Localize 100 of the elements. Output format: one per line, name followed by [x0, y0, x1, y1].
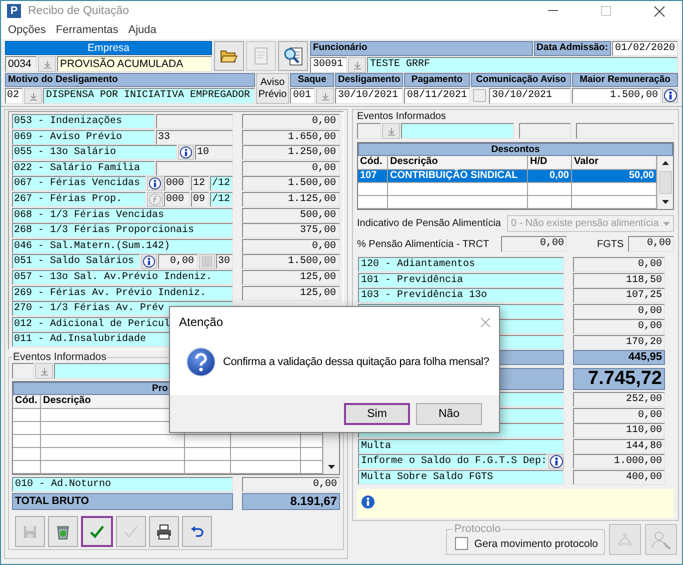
undo-button[interactable] [182, 516, 212, 548]
value-field[interactable]: 0,00 [242, 238, 340, 254]
dropdown-button[interactable] [382, 123, 400, 139]
input-field[interactable] [576, 123, 674, 139]
value-field[interactable]: 0,00 [573, 257, 665, 272]
field-label: Comunicação Aviso [471, 73, 571, 87]
value-field[interactable]: 0,00 [573, 319, 665, 334]
value-field[interactable]: 252,00 [573, 392, 665, 407]
total-value: 445,95 [573, 350, 665, 365]
date-field[interactable]: 01/02/2020 [612, 41, 678, 56]
text-field[interactable]: DISPENSA POR INICIATIVA EMPREGADOR [43, 88, 255, 104]
dialog-button[interactable]: Sim [344, 402, 410, 424]
input-field[interactable]: /12 [210, 192, 233, 207]
info-button[interactable] [548, 454, 564, 469]
field-label: Empresa [5, 41, 212, 55]
text-field[interactable]: 02 [5, 88, 23, 104]
text-field[interactable]: 001 [290, 88, 315, 104]
menu-item[interactable]: Ajuda [123, 24, 162, 36]
info-button[interactable] [662, 88, 678, 103]
value-field[interactable]: 1.650,00 [242, 130, 340, 145]
maximize-icon[interactable] [601, 6, 611, 16]
input-field[interactable]: 33 [156, 130, 233, 145]
input-field[interactable]: 30 [216, 254, 233, 270]
table-row[interactable]: 107 CONTRIBUIÇÃO SINDICAL 0,00 50,00 [358, 170, 657, 183]
input-field[interactable]: 12 [191, 176, 209, 192]
column-header[interactable]: Descrição [388, 156, 528, 170]
input-field[interactable] [156, 114, 233, 129]
value-field[interactable]: 170,20 [573, 334, 665, 350]
input-field[interactable]: 10 [195, 145, 233, 160]
date-field[interactable]: 30/10/2021 [335, 88, 403, 104]
dialog-button[interactable]: Não [416, 402, 482, 424]
dropdown-button[interactable] [24, 88, 42, 104]
value-field[interactable]: 125,00 [242, 286, 340, 301]
value-field[interactable]: 118,50 [573, 272, 665, 288]
value-field[interactable]: 0,00 [501, 236, 567, 252]
text-field[interactable]: PROVISÃO ACUMULADA [57, 56, 212, 72]
column-header[interactable]: Cód. [358, 156, 388, 170]
input-field[interactable] [156, 160, 233, 176]
value-field[interactable]: 0,00 [573, 408, 665, 422]
close-icon[interactable] [654, 6, 664, 16]
value-field[interactable]: 0,00 [573, 304, 665, 318]
calculator-button[interactable] [199, 254, 215, 270]
value-field[interactable]: 125,00 [242, 270, 340, 285]
dropdown-button[interactable] [38, 56, 56, 72]
table-cell [231, 461, 301, 474]
search-document-button[interactable] [278, 41, 308, 71]
column-header[interactable]: Cód. [13, 395, 41, 410]
text-field[interactable]: 0034 [5, 56, 37, 72]
dropdown-button[interactable] [35, 363, 53, 380]
value-field[interactable]: 1.500,00 [242, 176, 340, 192]
checkmark-button[interactable] [81, 516, 113, 548]
input-field[interactable]: /12 [210, 176, 233, 192]
value-field[interactable]: 110,00 [573, 423, 665, 438]
input-field[interactable]: 000 [164, 176, 190, 192]
value-field[interactable]: 400,00 [573, 470, 665, 484]
group-label: Eventos Informados [12, 351, 108, 364]
event-label: Multa Sobre Saldo FGTS [358, 470, 564, 484]
recycle-bin-button[interactable] [48, 516, 78, 548]
input-field[interactable]: 000 [164, 192, 190, 207]
input-field[interactable]: 0,00 [158, 254, 198, 270]
value-field[interactable]: 144,80 [573, 438, 665, 454]
event-label: 057 - 13o Sal. Av.Prévio Indeniz. [12, 270, 233, 285]
date-field[interactable]: 08/11/2021 [404, 88, 470, 104]
value-field[interactable]: 1.500,00 [242, 254, 340, 270]
column-header[interactable]: Valor [572, 156, 657, 170]
event-label: 010 - Ad.Noturno [12, 477, 233, 492]
text-field[interactable]: 1.500,00 [572, 88, 661, 104]
menu-item[interactable]: Ferramentas [50, 24, 124, 36]
value-field[interactable]: 107,25 [573, 288, 665, 303]
value-field[interactable]: 500,00 [242, 208, 340, 223]
input-field[interactable] [519, 123, 571, 139]
event-field[interactable] [401, 123, 514, 139]
text-field[interactable]: 30091 [310, 57, 347, 73]
value-field[interactable]: 0,00 [242, 477, 340, 492]
open-folder-button[interactable] [214, 41, 244, 71]
checkbox[interactable] [455, 537, 468, 550]
field-label: Indicativo de Pensão Alimentícia [357, 218, 501, 229]
dropdown-button[interactable] [348, 57, 366, 73]
minimize-icon[interactable] [548, 10, 558, 12]
value-field[interactable]: 375,00 [242, 223, 340, 238]
total-value: 8.191,67 [242, 493, 340, 510]
input-field[interactable]: 09 [191, 192, 209, 207]
printer-button[interactable] [149, 516, 179, 548]
value-field[interactable]: 1.250,00 [242, 145, 340, 160]
checkbox[interactable] [473, 89, 486, 102]
date-field[interactable]: 30/10/2021 [489, 88, 571, 104]
value-field[interactable]: 0,00 [242, 160, 340, 176]
text-field[interactable]: TESTE GRRF [367, 57, 678, 73]
value-field[interactable]: 0,00 [628, 236, 674, 252]
aviso-previo-button[interactable]: Aviso Prévio [256, 73, 289, 104]
value-field[interactable]: 0,00 [242, 114, 340, 129]
dropdown-button[interactable] [316, 88, 334, 104]
value-field[interactable]: 1.000,00 [573, 454, 665, 469]
column-header[interactable]: H/D [528, 156, 572, 170]
menu-item[interactable]: Opções [3, 24, 51, 36]
caret-icon [663, 222, 670, 226]
code-field[interactable] [12, 363, 34, 380]
scroll-thumb[interactable] [659, 171, 672, 194]
code-field[interactable] [357, 123, 381, 139]
value-field[interactable]: 1.125,00 [242, 192, 340, 207]
